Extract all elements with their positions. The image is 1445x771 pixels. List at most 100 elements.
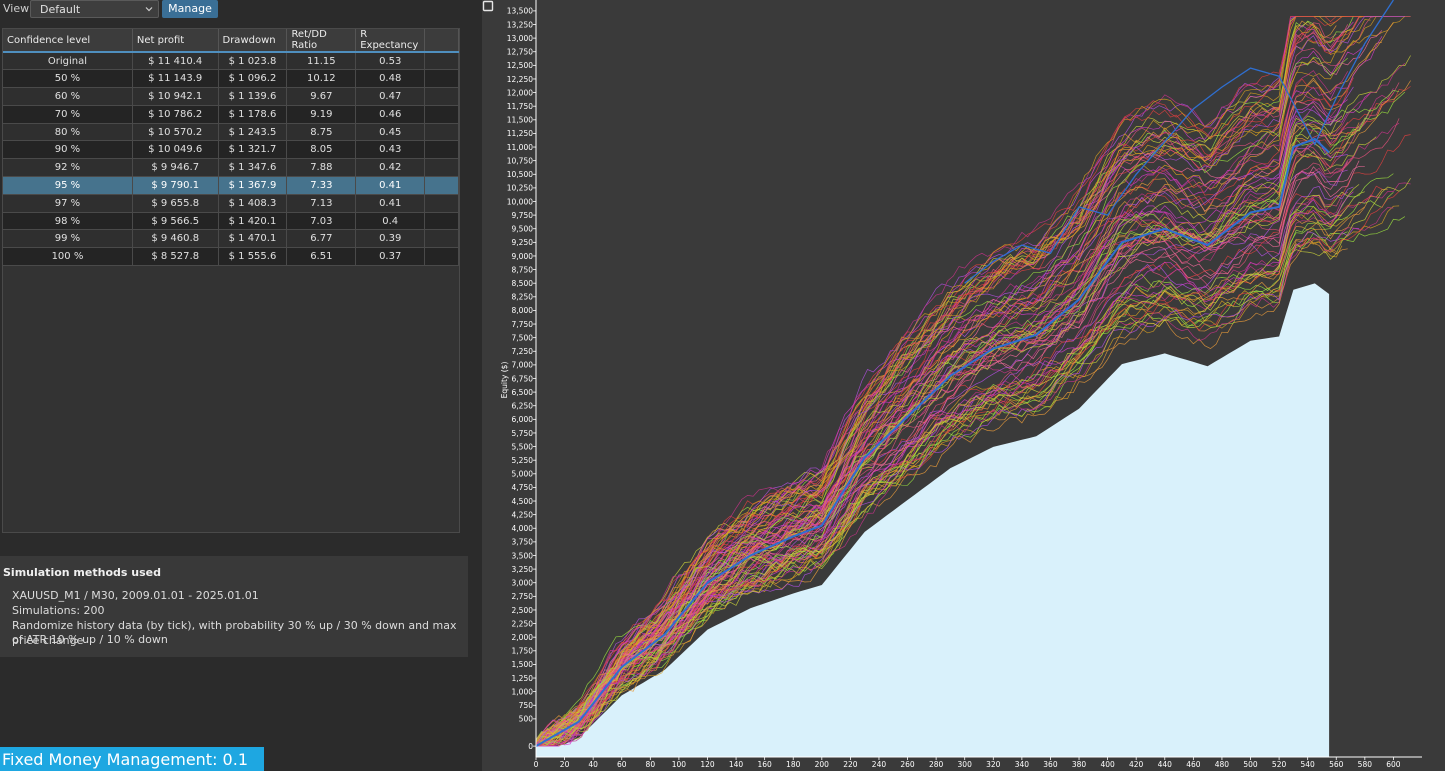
- table-cell: $ 1 367.9: [218, 176, 288, 195]
- x-tick-label: 360: [1043, 760, 1058, 769]
- x-tick-label: 140: [729, 760, 744, 769]
- y-tick-label: 4,000: [512, 524, 534, 533]
- table-cell: 70 %: [3, 105, 133, 124]
- table-cell-filler: [424, 87, 459, 106]
- x-tick-label: 20: [560, 760, 570, 769]
- y-tick-label: 5,750: [512, 429, 534, 438]
- x-tick-label: 180: [786, 760, 801, 769]
- table-cell: 0.39: [355, 229, 426, 249]
- table-cell: $ 1 420.1: [218, 212, 288, 231]
- simulation-count: Simulations: 200: [12, 604, 105, 617]
- column-header[interactable]: R Expectancy: [355, 29, 426, 53]
- table-cell: $ 1 178.6: [218, 105, 288, 124]
- table-row[interactable]: 90 % $ 10 049.6 $ 1 321.7 8.05 0.43: [3, 140, 459, 160]
- table-row[interactable]: Original $ 11 410.4 $ 1 023.8 11.15 0.53: [3, 52, 459, 71]
- maximize-icon[interactable]: [482, 0, 494, 12]
- table-cell: $ 11 143.9: [132, 69, 219, 89]
- y-tick-label: 3,250: [512, 565, 534, 574]
- table-cell: $ 1 555.6: [218, 247, 288, 267]
- y-tick-label: 10,500: [507, 170, 533, 179]
- x-tick-label: 300: [958, 760, 973, 769]
- results-table: Confidence level Net profit Drawdown Ret…: [3, 29, 459, 267]
- table-cell: $ 11 410.4: [132, 52, 219, 71]
- table-row[interactable]: 98 % $ 9 566.5 $ 1 420.1 7.03 0.4: [3, 212, 459, 231]
- table-cell: 95 %: [3, 176, 133, 195]
- y-tick-label: 3,500: [512, 551, 534, 560]
- y-tick-label: 12,000: [507, 88, 533, 97]
- table-row[interactable]: 100 % $ 8 527.8 $ 1 555.6 6.51 0.37: [3, 247, 459, 267]
- y-tick-label: 11,750: [507, 102, 533, 111]
- table-row[interactable]: 92 % $ 9 946.7 $ 1 347.6 7.88 0.42: [3, 158, 459, 178]
- table-cell-filler: [424, 158, 459, 178]
- column-header[interactable]: Confidence level: [3, 29, 133, 53]
- x-tick-label: 320: [986, 760, 1001, 769]
- x-tick-label: 200: [815, 760, 830, 769]
- manage-button[interactable]: Manage: [162, 0, 218, 18]
- x-tick-label: 480: [1215, 760, 1230, 769]
- x-tick-label: 440: [1158, 760, 1173, 769]
- y-axis-label: Equity ($): [500, 362, 509, 399]
- table-cell: 9.19: [286, 105, 357, 124]
- table-header-row: Confidence level Net profit Drawdown Ret…: [3, 29, 459, 53]
- y-tick-label: 7,000: [512, 361, 534, 370]
- table-cell: 0.47: [355, 87, 426, 106]
- x-tick-label: 160: [757, 760, 772, 769]
- y-tick-label: 3,750: [512, 538, 534, 547]
- y-tick-label: 2,500: [512, 606, 534, 615]
- y-tick-label: 11,250: [507, 129, 533, 138]
- table-row[interactable]: 80 % $ 10 570.2 $ 1 243.5 8.75 0.45: [3, 123, 459, 142]
- column-header[interactable]: Net profit: [132, 29, 219, 53]
- table-cell-filler: [424, 52, 459, 71]
- view-select[interactable]: Default: [30, 0, 159, 18]
- column-header[interactable]: Ret/DD Ratio: [286, 29, 357, 53]
- table-cell: 7.03: [286, 212, 357, 231]
- table-row[interactable]: 99 % $ 9 460.8 $ 1 470.1 6.77 0.39: [3, 229, 459, 249]
- x-tick-label: 500: [1243, 760, 1258, 769]
- y-tick-label: 10,750: [507, 156, 533, 165]
- table-cell: 0.41: [355, 194, 426, 213]
- x-tick-label: 40: [588, 760, 598, 769]
- table-cell: 97 %: [3, 194, 133, 213]
- y-tick-label: 9,500: [512, 225, 534, 234]
- column-header[interactable]: Drawdown: [218, 29, 288, 53]
- x-tick-label: 100: [672, 760, 687, 769]
- y-tick-label: 1,250: [512, 674, 534, 683]
- y-tick-label: 8,250: [512, 293, 534, 302]
- table-cell: 0.42: [355, 158, 426, 178]
- y-tick-label: 8,500: [512, 279, 534, 288]
- table-cell: 0.43: [355, 140, 426, 160]
- table-cell: $ 10 049.6: [132, 140, 219, 160]
- view-bar: View Default Manage: [0, 0, 468, 18]
- table-row[interactable]: 97 % $ 9 655.8 $ 1 408.3 7.13 0.41: [3, 194, 459, 213]
- x-tick-label: 120: [700, 760, 715, 769]
- equity-lower-area: [536, 283, 1330, 757]
- table-cell: 0.48: [355, 69, 426, 89]
- y-tick-label: 11,000: [507, 143, 533, 152]
- table-row[interactable]: 70 % $ 10 786.2 $ 1 178.6 9.19 0.46: [3, 105, 459, 124]
- table-cell: 0.46: [355, 105, 426, 124]
- y-tick-label: 9,750: [512, 211, 534, 220]
- x-tick-label: 520: [1272, 760, 1287, 769]
- table-row[interactable]: 60 % $ 10 942.1 $ 1 139.6 9.67 0.47: [3, 87, 459, 106]
- y-tick-label: 7,500: [512, 333, 534, 342]
- table-cell: $ 9 946.7: [132, 158, 219, 178]
- table-cell: 100 %: [3, 247, 133, 267]
- y-tick-label: 9,000: [512, 252, 534, 261]
- table-cell: 0.41: [355, 176, 426, 195]
- table-cell: 8.05: [286, 140, 357, 160]
- table-cell: $ 9 566.5: [132, 212, 219, 231]
- y-tick-label: 5,500: [512, 442, 534, 451]
- table-row[interactable]: 95 % $ 9 790.1 $ 1 367.9 7.33 0.41: [3, 176, 459, 195]
- table-cell: 60 %: [3, 87, 133, 106]
- table-cell: $ 10 942.1: [132, 87, 219, 106]
- table-cell: $ 9 655.8: [132, 194, 219, 213]
- table-cell: $ 1 470.1: [218, 229, 288, 249]
- table-row[interactable]: 50 % $ 11 143.9 $ 1 096.2 10.12 0.48: [3, 69, 459, 89]
- equity-chart: 0 500 750 1,000 1,250 1,500 1,750 2,000 2,250 2,5…: [500, 0, 1422, 769]
- table-cell: 9.67: [286, 87, 357, 106]
- x-tick-label: 280: [929, 760, 944, 769]
- y-tick-label: 6,000: [512, 415, 534, 424]
- table-cell: 0.53: [355, 52, 426, 71]
- chevron-down-icon: [145, 7, 153, 12]
- table-cell: 98 %: [3, 212, 133, 231]
